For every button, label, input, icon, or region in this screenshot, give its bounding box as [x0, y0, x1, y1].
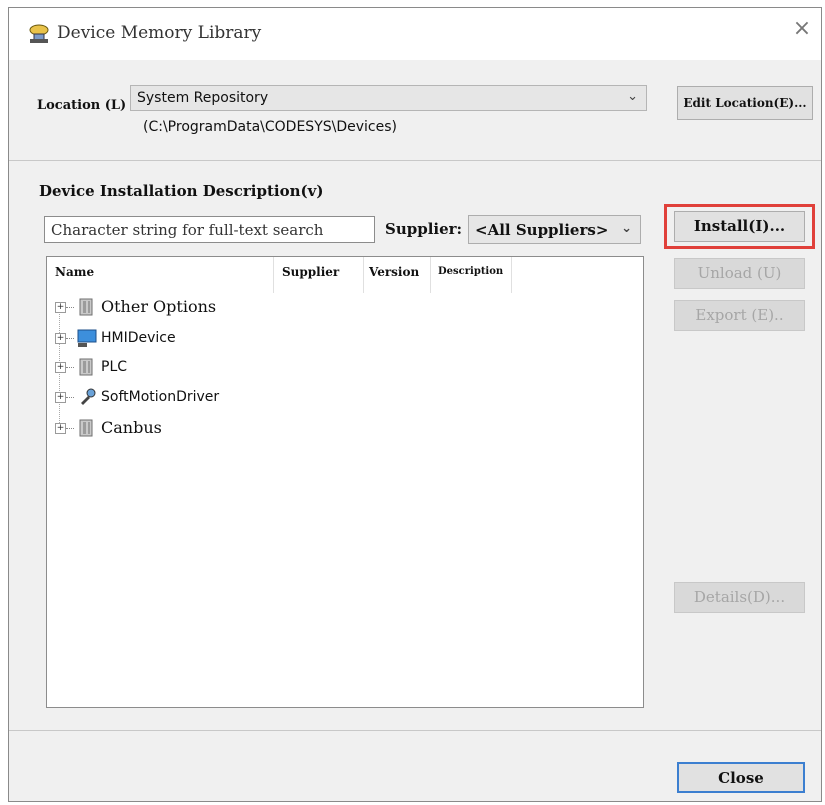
column-header-version[interactable]: Version: [369, 265, 419, 279]
close-icon[interactable]: ×: [789, 16, 815, 42]
expand-icon[interactable]: +: [55, 392, 66, 403]
monitor-icon: [77, 329, 97, 347]
close-button[interactable]: Close: [677, 762, 805, 793]
expand-icon[interactable]: +: [55, 423, 66, 434]
column-divider: [363, 257, 364, 293]
edit-location-button[interactable]: Edit Location(E)...: [677, 86, 813, 120]
export-button[interactable]: Export (E)..: [674, 300, 805, 331]
device-tree[interactable]: Name Supplier Version Description + Othe…: [46, 256, 644, 708]
location-dropdown[interactable]: System Repository ⌄: [130, 85, 647, 111]
search-input[interactable]: [44, 216, 375, 243]
folder-icon: [79, 298, 93, 316]
location-section: Location (L) System Repository ⌄ (C:\Pro…: [9, 60, 821, 161]
tree-connector: [66, 367, 74, 368]
tree-connector: [66, 397, 74, 398]
device-heading: Device Installation Description(v): [39, 182, 324, 200]
tree-node-label: Canbus: [101, 418, 162, 437]
folder-icon: [79, 358, 93, 376]
tree-connector: [66, 428, 74, 429]
supplier-dropdown[interactable]: <All Suppliers> ⌄: [468, 215, 641, 244]
wrench-icon: [81, 388, 96, 405]
location-path: (C:\ProgramData\CODESYS\Devices): [143, 119, 397, 135]
details-button[interactable]: Details(D)...: [674, 582, 805, 613]
library-icon: [29, 24, 49, 43]
unload-button[interactable]: Unload (U): [674, 258, 805, 289]
column-divider: [273, 257, 274, 293]
device-memory-library-dialog: Device Memory Library × Location (L) Sys…: [8, 7, 822, 802]
location-selected: System Repository: [137, 90, 269, 106]
tree-connector: [66, 338, 74, 339]
folder-icon: [79, 419, 93, 437]
tree-node-label: SoftMotionDriver: [101, 389, 220, 405]
title-bar: Device Memory Library ×: [9, 8, 821, 60]
chevron-down-icon: ⌄: [621, 221, 632, 236]
supplier-selected: <All Suppliers>: [475, 221, 609, 239]
tree-connector: [66, 307, 74, 308]
column-header-supplier[interactable]: Supplier: [282, 265, 339, 279]
tree-node-label: PLC: [101, 359, 128, 375]
install-button[interactable]: Install(I)...: [674, 211, 805, 242]
column-divider: [430, 257, 431, 293]
expand-icon[interactable]: +: [55, 362, 66, 373]
chevron-down-icon: ⌄: [627, 89, 638, 104]
expand-icon[interactable]: +: [55, 333, 66, 344]
expand-icon[interactable]: +: [55, 302, 66, 313]
window-title: Device Memory Library: [57, 23, 262, 43]
device-section: Device Installation Description(v) Suppl…: [9, 160, 821, 730]
column-header-description[interactable]: Description: [438, 266, 503, 277]
supplier-label: Supplier:: [385, 220, 463, 238]
footer-section: Close: [9, 730, 821, 803]
column-divider: [511, 257, 512, 293]
tree-node-label: HMIDevice: [101, 330, 176, 346]
column-header-name[interactable]: Name: [55, 265, 94, 279]
tree-node-label: Other Options: [101, 297, 217, 316]
location-label: Location (L): [37, 98, 127, 113]
